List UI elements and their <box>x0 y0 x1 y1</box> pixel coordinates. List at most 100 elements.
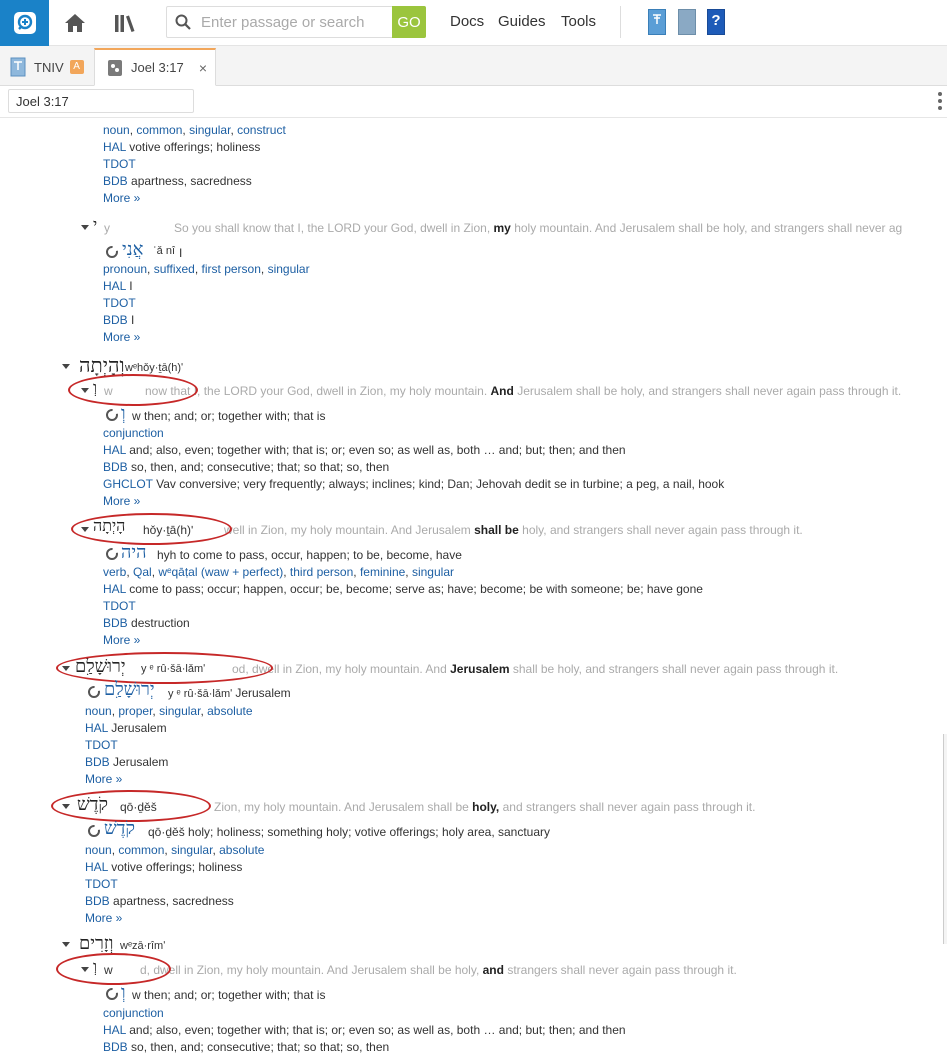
bdb-link[interactable]: BDB <box>103 616 128 630</box>
w3-collapse-toggle[interactable] <box>62 364 70 369</box>
e6-lemma[interactable]: קֹדֶשׁ <box>104 819 135 839</box>
reference-input[interactable] <box>8 89 194 113</box>
ghclot-link[interactable]: GHCLOT <box>103 477 153 491</box>
top-toolbar: GO Docs Guides Tools ? <box>0 0 947 46</box>
e7-lemma[interactable]: וְ <box>121 983 126 1003</box>
e5-lemma[interactable]: יְרוּשָׁלִַם <box>104 680 155 700</box>
tab-joel-3-17[interactable]: Joel 3:17 × <box>94 48 216 86</box>
morph-link[interactable]: feminine <box>360 565 405 579</box>
tab-tniv[interactable]: TNIV A <box>0 48 92 86</box>
morph-link[interactable]: verb <box>103 565 126 579</box>
e2-lemma[interactable]: אֲנִי <box>122 240 143 260</box>
hal-link[interactable]: HAL <box>103 1023 126 1037</box>
e1-hal: HAL votive offerings; holiness <box>103 140 261 154</box>
e6-more-link[interactable]: More » <box>85 910 122 926</box>
morph-link[interactable]: third person <box>290 565 353 579</box>
tab-joel-label: Joel 3:17 <box>131 60 184 75</box>
morph-link[interactable]: singular <box>189 123 230 137</box>
e6-context: Zion, my holy mountain. And Jerusalem sh… <box>214 800 756 814</box>
morph-link[interactable]: first person <box>202 262 261 276</box>
morph-link[interactable]: noun <box>103 123 130 137</box>
bdb-link[interactable]: BDB <box>85 755 110 769</box>
e4-tdot-link[interactable]: TDOT <box>103 598 136 614</box>
logos-logo-button[interactable] <box>0 0 49 46</box>
e1-more-link[interactable]: More » <box>103 190 140 206</box>
library-button[interactable] <box>111 9 139 37</box>
morph-link[interactable]: Qal <box>133 565 152 579</box>
bible-resource-icon[interactable] <box>648 9 666 35</box>
go-button[interactable]: GO <box>392 6 426 38</box>
e3-hal: HAL and; also, even; together with; that… <box>103 443 626 457</box>
tab-close-icon[interactable]: × <box>199 60 207 76</box>
morph-link[interactable]: absolute <box>207 704 252 718</box>
morph-link[interactable]: absolute <box>219 843 264 857</box>
e2-morph: pronoun, suffixed, first person, singula… <box>103 262 310 276</box>
e2-collapse-toggle[interactable] <box>81 225 89 230</box>
bdb-link[interactable]: BDB <box>103 1040 128 1054</box>
e4-bdb: BDB destruction <box>103 616 190 630</box>
e4-morph: verb, Qal, wᵉqāṭal (waw + perfect), thir… <box>103 565 454 579</box>
e5-tdot-link[interactable]: TDOT <box>85 737 118 753</box>
e3-context: now that I, the LORD your God, dwell in … <box>145 384 902 398</box>
sync-icon[interactable] <box>105 547 119 561</box>
e6-tdot-link[interactable]: TDOT <box>85 876 118 892</box>
e4-context: well in Zion, my holy mountain. And Jeru… <box>224 523 803 537</box>
bdb-link[interactable]: BDB <box>103 174 128 188</box>
morph-link[interactable]: singular <box>159 704 200 718</box>
e1-tdot-link[interactable]: TDOT <box>103 156 136 172</box>
e3-morph: conjunction <box>103 425 164 441</box>
panel-menu-icon[interactable] <box>937 92 943 110</box>
sync-icon[interactable] <box>105 245 119 259</box>
morph-link[interactable]: construct <box>237 123 286 137</box>
sync-icon[interactable] <box>87 685 101 699</box>
morph-link[interactable]: conjunction <box>103 426 164 440</box>
e3-lemma[interactable]: וְ <box>121 404 126 424</box>
e5-bdb: BDB Jerusalem <box>85 755 169 769</box>
bdb-link[interactable]: BDB <box>103 313 128 327</box>
bdb-link[interactable]: BDB <box>85 894 110 908</box>
tab-tniv-badge: A <box>69 60 84 74</box>
e2-translit: y <box>104 221 110 235</box>
annotation-circle <box>68 374 198 406</box>
interlinear-content: noun, common, singular, construct HAL vo… <box>0 119 947 1060</box>
e3-more-link[interactable]: More » <box>103 493 140 509</box>
docs-link[interactable]: Docs <box>450 13 484 30</box>
morph-link[interactable]: proper <box>118 704 152 718</box>
morph-link[interactable]: singular <box>268 262 310 276</box>
e5-more-link[interactable]: More » <box>85 771 122 787</box>
hal-link[interactable]: HAL <box>103 140 126 154</box>
sync-icon[interactable] <box>105 408 119 422</box>
guides-link[interactable]: Guides <box>498 13 546 30</box>
morph-link[interactable]: common <box>118 843 164 857</box>
morph-link[interactable]: singular <box>412 565 454 579</box>
hal-link[interactable]: HAL <box>85 721 108 735</box>
morph-link[interactable]: suffixed <box>154 262 195 276</box>
hal-link[interactable]: HAL <box>103 443 126 457</box>
search-input[interactable] <box>199 8 389 36</box>
morph-link[interactable]: conjunction <box>103 1006 164 1020</box>
w7-collapse-toggle[interactable] <box>62 942 70 947</box>
e4-lemma[interactable]: היה <box>121 543 146 563</box>
home-button[interactable] <box>61 9 89 37</box>
w7-surface: וְזָרִים <box>79 933 114 954</box>
tools-link[interactable]: Tools <box>561 13 596 30</box>
morph-link[interactable]: common <box>136 123 182 137</box>
morph-link[interactable]: noun <box>85 704 112 718</box>
help-icon[interactable]: ? <box>707 9 725 35</box>
bdb-link[interactable]: BDB <box>103 460 128 474</box>
e6-bdb: BDB apartness, sacredness <box>85 894 234 908</box>
sync-icon[interactable] <box>87 824 101 838</box>
e2-tdot-link[interactable]: TDOT <box>103 295 136 311</box>
hal-link[interactable]: HAL <box>103 279 126 293</box>
sync-icon[interactable] <box>105 987 119 1001</box>
hal-link[interactable]: HAL <box>103 582 126 596</box>
morph-link[interactable]: noun <box>85 843 112 857</box>
book-resource-icon[interactable] <box>678 9 696 35</box>
e2-more-link[interactable]: More » <box>103 329 140 345</box>
e4-more-link[interactable]: More » <box>103 632 140 648</box>
morph-link[interactable]: wᵉqāṭal (waw + perfect) <box>158 565 283 579</box>
hal-link[interactable]: HAL <box>85 860 108 874</box>
morph-link[interactable]: singular <box>171 843 212 857</box>
scrollbar-thumb[interactable] <box>943 734 947 944</box>
morph-link[interactable]: pronoun <box>103 262 147 276</box>
